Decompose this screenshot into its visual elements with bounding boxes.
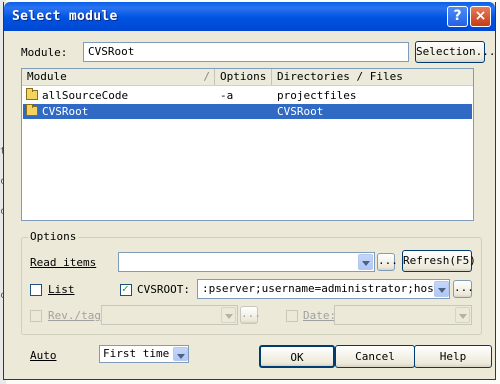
read-items-label: Read items: [30, 256, 97, 269]
column-header-files[interactable]: Directories / Files: [272, 69, 473, 85]
title-help-button[interactable]: ?: [447, 6, 468, 27]
module-label: Module:: [21, 46, 68, 59]
selection-button[interactable]: Selection...: [415, 41, 495, 63]
row-module: CVSRoot: [42, 105, 89, 118]
cvsroot-browse-button[interactable]: ...: [453, 280, 474, 298]
date-label: Date:: [303, 309, 337, 322]
folder-icon: [26, 88, 38, 100]
list-checkbox[interactable]: [30, 284, 42, 296]
help-button[interactable]: Help: [414, 345, 492, 368]
refresh-button[interactable]: Refresh(F5): [402, 250, 476, 272]
list-item-selected[interactable]: CVSRoot CVSRoot: [23, 104, 472, 119]
read-items-browse-button[interactable]: ...: [377, 253, 398, 271]
select-module-dialog: Select module ? × Module: CVSRoot Select…: [3, 2, 496, 380]
column-header-options[interactable]: Options: [215, 69, 272, 85]
date-dropdown-icon[interactable]: [455, 307, 470, 323]
cvsroot-dropdown-icon[interactable]: [434, 281, 449, 297]
checkmark-icon: ✓: [122, 282, 129, 295]
rev-tag-dropdown-icon[interactable]: [221, 307, 236, 323]
sort-indicator-icon: /: [203, 70, 210, 83]
date-combo[interactable]: [334, 305, 472, 325]
rev-tag-label: Rev./tag:: [48, 309, 108, 322]
title-close-button[interactable]: ×: [470, 6, 491, 27]
module-input[interactable]: CVSRoot: [83, 42, 409, 62]
dialog-title: Select module: [12, 9, 118, 24]
list-header: Module / Options Directories / Files: [22, 69, 473, 86]
list-label: List: [48, 283, 75, 296]
rev-tag-checkbox[interactable]: [30, 310, 42, 322]
date-checkbox[interactable]: [286, 310, 298, 322]
options-group-label: Options: [28, 230, 79, 243]
auto-label: Auto: [30, 349, 57, 362]
rev-tag-combo[interactable]: [101, 305, 238, 325]
read-items-combo[interactable]: [118, 252, 375, 272]
module-list[interactable]: Module / Options Directories / Files all…: [21, 68, 474, 221]
row-files: CVSRoot: [277, 105, 324, 118]
cancel-button[interactable]: Cancel: [335, 345, 415, 368]
row-options: -a: [220, 89, 234, 102]
rev-tag-browse-button[interactable]: ...: [240, 306, 261, 324]
read-items-dropdown-icon[interactable]: [358, 254, 373, 270]
row-module: allSourceCode: [42, 89, 129, 102]
title-bar[interactable]: Select module ? ×: [4, 2, 495, 31]
auto-dropdown-icon[interactable]: [173, 347, 188, 361]
cvsroot-combo[interactable]: :pserver;username=administrator;hostname…: [197, 279, 450, 299]
list-item[interactable]: allSourceCode -a projectfiles: [23, 88, 472, 103]
row-files: projectfiles: [277, 89, 357, 102]
cvsroot-checkbox[interactable]: ✓: [120, 282, 132, 296]
cvsroot-label: CVSROOT:: [137, 283, 190, 296]
folder-icon: [26, 104, 38, 116]
ok-button[interactable]: OK: [259, 345, 335, 368]
column-header-module[interactable]: Module /: [22, 69, 215, 85]
